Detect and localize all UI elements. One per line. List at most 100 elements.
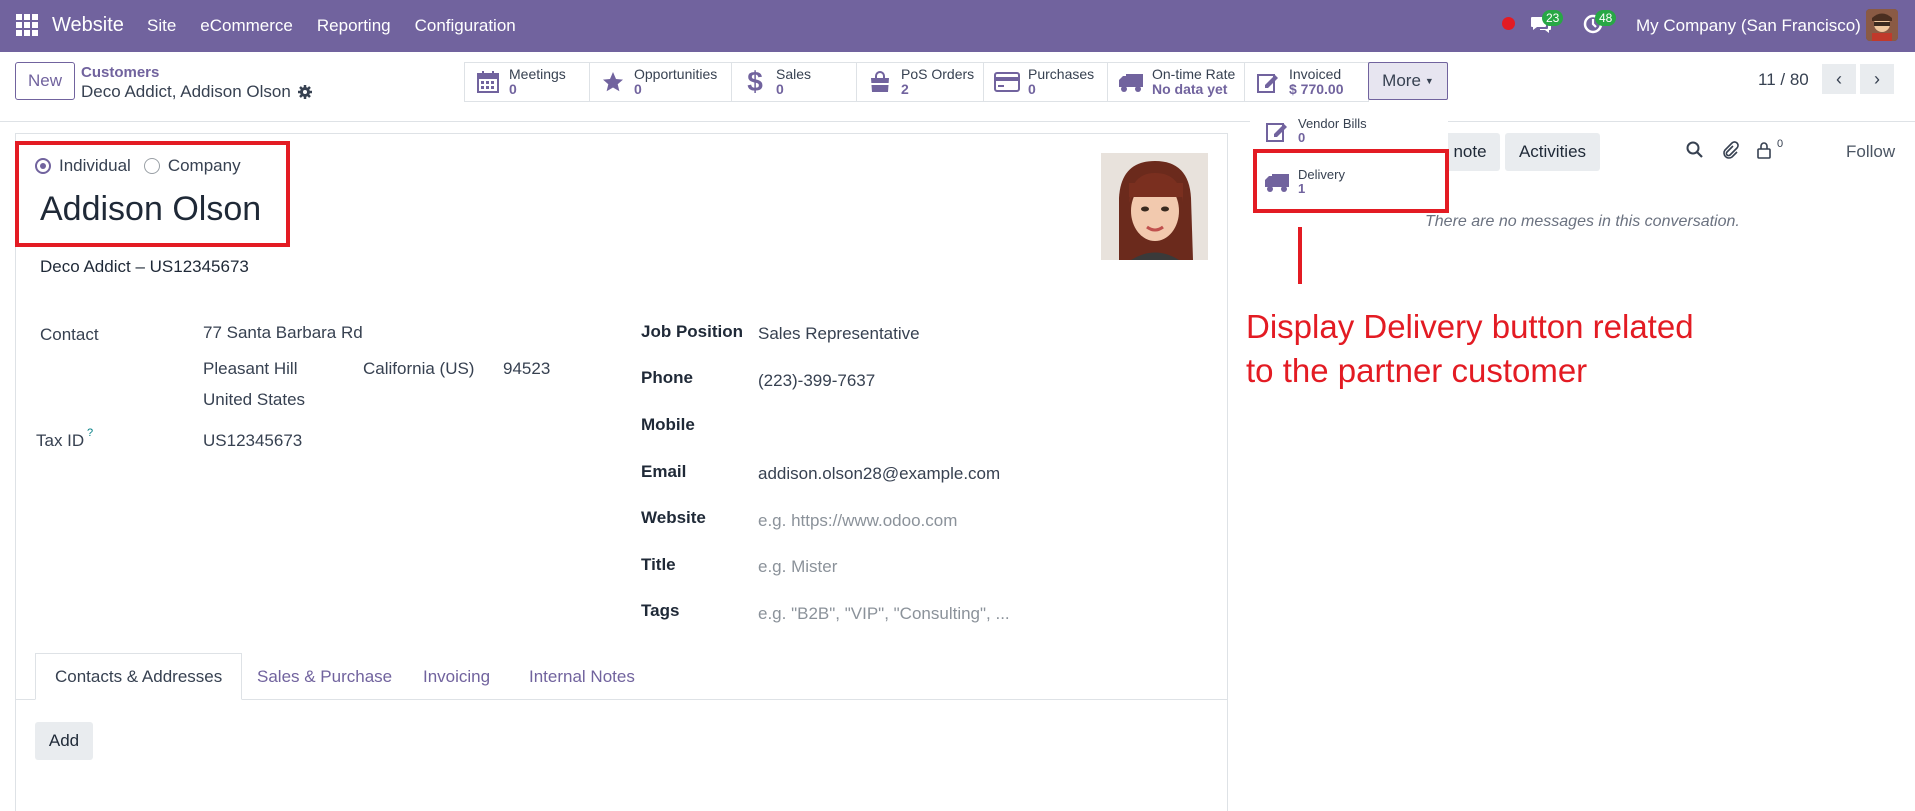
stat-value: 2 [901, 81, 909, 97]
job-position-label: Job Position [641, 322, 743, 341]
control-panel: New Customers Deco Addict, Addison Olson… [0, 52, 1915, 122]
pos-orders-stat-button[interactable]: PoS Orders 2 [857, 63, 984, 101]
shopping-bag-icon [867, 69, 893, 95]
app-grid-icon[interactable] [16, 14, 38, 36]
menu-configuration[interactable]: Configuration [415, 16, 516, 36]
main-menu: Site eCommerce Reporting Configuration [147, 16, 540, 36]
stat-value: 0 [634, 81, 642, 97]
pager-value[interactable]: 11 / 80 [1758, 70, 1809, 90]
chevron-right-icon: › [1874, 68, 1880, 89]
title-field[interactable]: e.g. Mister [758, 557, 837, 577]
stat-value: 0 [509, 81, 517, 97]
tab-sales-purchase[interactable]: Sales & Purchase [257, 653, 392, 700]
annotation-caption: Display Delivery button related to the p… [1246, 305, 1806, 393]
followers-icon[interactable] [1756, 141, 1772, 159]
title-label: Title [641, 555, 676, 574]
messages-badge: 23 [1542, 10, 1564, 26]
menu-reporting[interactable]: Reporting [317, 16, 391, 36]
email-field[interactable]: addison.olson28@example.com [758, 464, 1000, 484]
pager-previous-button[interactable]: ‹ [1822, 64, 1856, 94]
partner-photo[interactable] [1101, 153, 1208, 260]
tab-invoicing[interactable]: Invoicing [423, 653, 490, 700]
opportunities-stat-button[interactable]: Opportunities 0 [590, 63, 732, 101]
followers-count: 0 [1777, 138, 1784, 150]
smart-buttons: Meetings 0 Opportunities 0 $ Sales 0 PoS Or… [464, 62, 1369, 102]
more-button[interactable]: More ▼ [1368, 62, 1448, 100]
follow-button[interactable]: Follow [1846, 142, 1895, 162]
tax-id-label: Tax ID [36, 431, 85, 450]
new-button[interactable]: New [15, 62, 75, 100]
search-icon[interactable] [1686, 141, 1704, 159]
contact-label: Contact [40, 325, 99, 344]
country-field[interactable]: United States [203, 390, 305, 410]
tab-internal-notes[interactable]: Internal Notes [529, 653, 635, 700]
paperclip-icon[interactable] [1721, 141, 1739, 159]
annotation-line-1: Display Delivery button related [1246, 308, 1694, 345]
gear-icon[interactable] [297, 84, 313, 100]
vendor-bills-count: 0 [1298, 130, 1306, 145]
breadcrumb-parent[interactable]: Customers [81, 64, 159, 81]
user-avatar[interactable] [1866, 9, 1898, 41]
annotation-pointer-line [1298, 227, 1302, 284]
pager-next-button[interactable]: › [1860, 64, 1894, 94]
stat-value: 0 [776, 81, 784, 97]
caret-down-icon: ▼ [1424, 76, 1434, 86]
star-icon [600, 69, 626, 95]
stat-label: Opportunities [634, 66, 718, 82]
stat-value: No data yet [1152, 81, 1228, 97]
tax-id-field[interactable]: US12345673 [203, 431, 302, 451]
vendor-bills-label: Vendor Bills [1298, 116, 1367, 131]
add-contact-button[interactable]: Add [35, 722, 93, 760]
activities-badge: 48 [1595, 10, 1617, 26]
stat-label: Meetings [509, 66, 566, 82]
tab-contacts-addresses[interactable]: Contacts & Addresses [35, 653, 243, 700]
phone-label: Phone [641, 368, 693, 387]
mobile-field[interactable] [758, 417, 1058, 437]
invoiced-stat-button[interactable]: Invoiced $ 770.00 [1245, 63, 1368, 101]
mobile-label: Mobile [641, 415, 695, 434]
menu-ecommerce[interactable]: eCommerce [200, 16, 293, 36]
stat-value: $ 770.00 [1289, 81, 1344, 97]
website-label: Website [641, 508, 706, 527]
meetings-stat-button[interactable]: Meetings 0 [465, 63, 590, 101]
on-time-rate-stat-button[interactable]: On-time Rate No data yet [1108, 63, 1245, 101]
truck-icon [1118, 69, 1144, 95]
empty-conversation-message: There are no messages in this conversati… [1425, 213, 1740, 230]
company-switcher[interactable]: My Company (San Francisco) [1636, 16, 1861, 36]
annotation-box-delivery [1253, 149, 1449, 213]
website-field[interactable]: e.g. https://www.odoo.com [758, 511, 957, 531]
annotation-box-partner-name [15, 141, 290, 247]
app-brand[interactable]: Website [52, 14, 124, 37]
more-label: More [1382, 71, 1421, 90]
zip-field[interactable]: 94523 [503, 359, 550, 379]
sales-stat-button[interactable]: $ Sales 0 [732, 63, 857, 101]
state-field[interactable]: California (US) [363, 359, 474, 379]
tags-label: Tags [641, 601, 680, 620]
calendar-icon [475, 69, 501, 95]
purchases-stat-button[interactable]: Purchases 0 [984, 63, 1108, 101]
stat-label: Purchases [1028, 66, 1095, 82]
street-field[interactable]: 77 Santa Barbara Rd [203, 323, 363, 343]
chevron-left-icon: ‹ [1836, 68, 1842, 89]
job-position-field[interactable]: Sales Representative [758, 324, 920, 344]
stat-label: Invoiced [1289, 66, 1342, 82]
tax-id-help-tooltip[interactable]: ? [87, 427, 93, 439]
recording-indicator[interactable] [1502, 17, 1515, 30]
activities-button[interactable]: Activities [1505, 133, 1600, 171]
edit-icon [1264, 118, 1290, 144]
vendor-bills-button[interactable]: Vendor Bills 0 [1264, 117, 1367, 145]
phone-field[interactable]: (223)-399-7637 [758, 371, 875, 391]
email-label: Email [641, 462, 687, 481]
menu-site[interactable]: Site [147, 16, 176, 36]
edit-icon [1255, 69, 1281, 95]
notebook-tabs: Contacts & Addresses Sales & Purchase In… [15, 653, 1228, 700]
stat-value: 0 [1028, 81, 1036, 97]
parent-company-field[interactable]: Deco Addict – US12345673 [40, 257, 249, 277]
dollar-icon: $ [747, 66, 763, 97]
credit-card-icon [994, 69, 1020, 95]
annotation-line-2: to the partner customer [1246, 352, 1588, 389]
log-note-button[interactable]: note [1440, 133, 1500, 171]
stat-label: PoS Orders [901, 66, 975, 82]
city-field[interactable]: Pleasant Hill [203, 359, 298, 379]
tags-field[interactable]: e.g. "B2B", "VIP", "Consulting", ... [758, 604, 1010, 624]
